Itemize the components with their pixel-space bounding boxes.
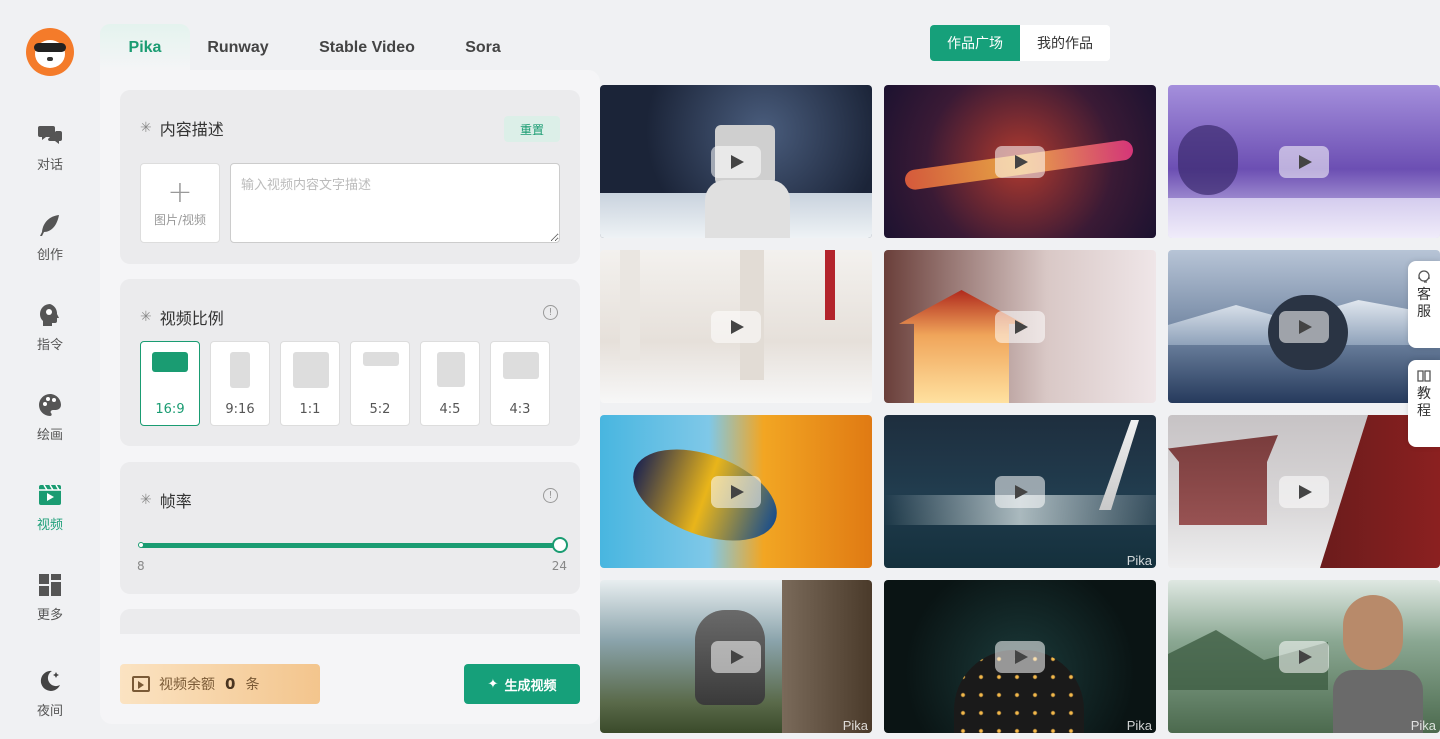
play-icon: [711, 310, 761, 343]
video-thumbnail[interactable]: [884, 250, 1156, 403]
settings-panel: ✳内容描述 重置 + 图片/视频 ✳视频比例 ! 16:9 9:16 1:1 5…: [100, 70, 600, 724]
ratio-option-4-5[interactable]: 4:5: [420, 341, 480, 426]
nav-item-more[interactable]: 更多: [0, 572, 100, 632]
asterisk-icon: ✳: [140, 309, 152, 325]
book-icon: [1417, 370, 1431, 382]
description-input[interactable]: [230, 163, 560, 243]
balance-count: 0: [225, 675, 236, 693]
video-thumbnail[interactable]: [1168, 415, 1440, 568]
sparkle-icon: ✦: [487, 676, 499, 692]
play-icon: [1279, 310, 1329, 343]
info-icon[interactable]: !: [543, 488, 558, 503]
description-title: ✳ 内容描述: [140, 120, 224, 139]
next-card-partial: [120, 609, 580, 634]
plus-icon: +: [167, 174, 193, 210]
moon-icon: [40, 670, 60, 691]
ratio-title: ✳ 视频比例: [140, 309, 224, 328]
info-icon[interactable]: !: [543, 305, 558, 320]
tab-sora[interactable]: Sora: [454, 24, 512, 72]
nav-item-prompt[interactable]: 指令: [0, 302, 100, 362]
nav-label: 视频: [36, 518, 63, 533]
reset-button[interactable]: 重置: [504, 116, 560, 142]
video-thumbnail[interactable]: [1168, 85, 1440, 238]
nav-item-video[interactable]: 视频: [0, 482, 100, 542]
nav-label: 指令: [36, 338, 63, 353]
ratio-option-4-3[interactable]: 4:3: [490, 341, 550, 426]
palette-icon: [39, 394, 61, 416]
video-gallery: Pika Pika Pika Pika: [600, 85, 1440, 739]
video-balance-icon: [132, 676, 150, 692]
framerate-card: ✳ 帧率 ! 8 24: [120, 462, 580, 594]
feather-icon: [40, 215, 59, 236]
pika-watermark: Pika: [1410, 718, 1436, 733]
ratio-option-1-1[interactable]: 1:1: [280, 341, 340, 426]
play-icon: [1279, 640, 1329, 673]
tutorial-label: 教程: [1417, 386, 1431, 419]
customer-service-label: 客服: [1417, 287, 1431, 320]
nav-label: 创作: [36, 248, 63, 263]
upload-label: 图片/视频: [153, 212, 207, 227]
tab-pika[interactable]: Pika: [100, 24, 190, 72]
pika-watermark: Pika: [842, 718, 868, 733]
segment-public-works[interactable]: 作品广场: [930, 25, 1020, 61]
generate-video-button[interactable]: ✦ 生成视频: [464, 664, 580, 704]
ratio-option-5-2[interactable]: 5:2: [350, 341, 410, 426]
video-thumbnail[interactable]: [1168, 250, 1440, 403]
framerate-title: ✳ 帧率: [140, 492, 192, 511]
play-icon: [711, 640, 761, 673]
nav-label: 夜间: [36, 704, 63, 719]
nav-label: 绘画: [36, 428, 63, 443]
nav-item-night[interactable]: 夜间: [0, 668, 100, 728]
video-thumbnail[interactable]: Pika: [884, 580, 1156, 733]
play-icon: [995, 475, 1045, 508]
play-icon: [995, 310, 1045, 343]
nav-label: 对话: [36, 158, 63, 173]
framerate-min-label: 8: [137, 559, 145, 573]
description-card: ✳ 内容描述 重置 + 图片/视频: [120, 90, 580, 264]
video-thumbnail[interactable]: Pika: [1168, 580, 1440, 733]
framerate-slider-thumb[interactable]: [552, 537, 568, 553]
ratio-card: ✳ 视频比例 ! 16:9 9:16 1:1 5:2 4:5 4:3: [120, 279, 580, 446]
customer-service-icon: [1418, 270, 1430, 283]
play-icon: [1279, 475, 1329, 508]
app-logo[interactable]: [26, 28, 74, 76]
ratio-option-16-9[interactable]: 16:9: [140, 341, 200, 426]
play-icon: [995, 145, 1045, 178]
sidebar-nav: 对话 创作 指令 绘画 视频 更多 夜间: [0, 0, 100, 739]
upload-media-button[interactable]: + 图片/视频: [140, 163, 220, 243]
pika-watermark: Pika: [1126, 718, 1152, 733]
video-thumbnail[interactable]: [600, 85, 872, 238]
customer-service-button[interactable]: 客服: [1408, 261, 1440, 348]
nav-item-draw[interactable]: 绘画: [0, 392, 100, 452]
tutorial-button[interactable]: 教程: [1408, 360, 1440, 447]
nav-label: 更多: [36, 608, 63, 623]
video-thumbnail[interactable]: [600, 250, 872, 403]
asterisk-icon: ✳: [140, 492, 152, 508]
play-icon: [711, 145, 761, 178]
framerate-max-label: 24: [551, 559, 567, 573]
video-thumbnail[interactable]: [600, 415, 872, 568]
tab-runway[interactable]: Runway: [196, 24, 280, 72]
tab-stable-video[interactable]: Stable Video: [308, 24, 426, 72]
video-balance: 视频余额 0 条: [120, 664, 320, 704]
framerate-slider-start: [138, 542, 144, 548]
gallery-segment-toggle: 作品广场 我的作品: [930, 25, 1110, 61]
play-icon: [711, 475, 761, 508]
video-icon: [39, 484, 61, 505]
nav-item-create[interactable]: 创作: [0, 212, 100, 272]
grid-icon: [39, 574, 61, 596]
chat-icon: [38, 126, 62, 144]
play-icon: [995, 640, 1045, 673]
head-brain-icon: [40, 304, 59, 326]
asterisk-icon: ✳: [140, 120, 152, 136]
framerate-slider-track[interactable]: [140, 543, 560, 548]
video-thumbnail[interactable]: Pika: [600, 580, 872, 733]
ratio-option-9-16[interactable]: 9:16: [210, 341, 270, 426]
segment-my-works[interactable]: 我的作品: [1020, 25, 1110, 61]
video-thumbnail[interactable]: [884, 85, 1156, 238]
video-thumbnail[interactable]: Pika: [884, 415, 1156, 568]
pika-watermark: Pika: [1126, 553, 1152, 568]
nav-item-chat[interactable]: 对话: [0, 122, 100, 182]
play-icon: [1279, 145, 1329, 178]
